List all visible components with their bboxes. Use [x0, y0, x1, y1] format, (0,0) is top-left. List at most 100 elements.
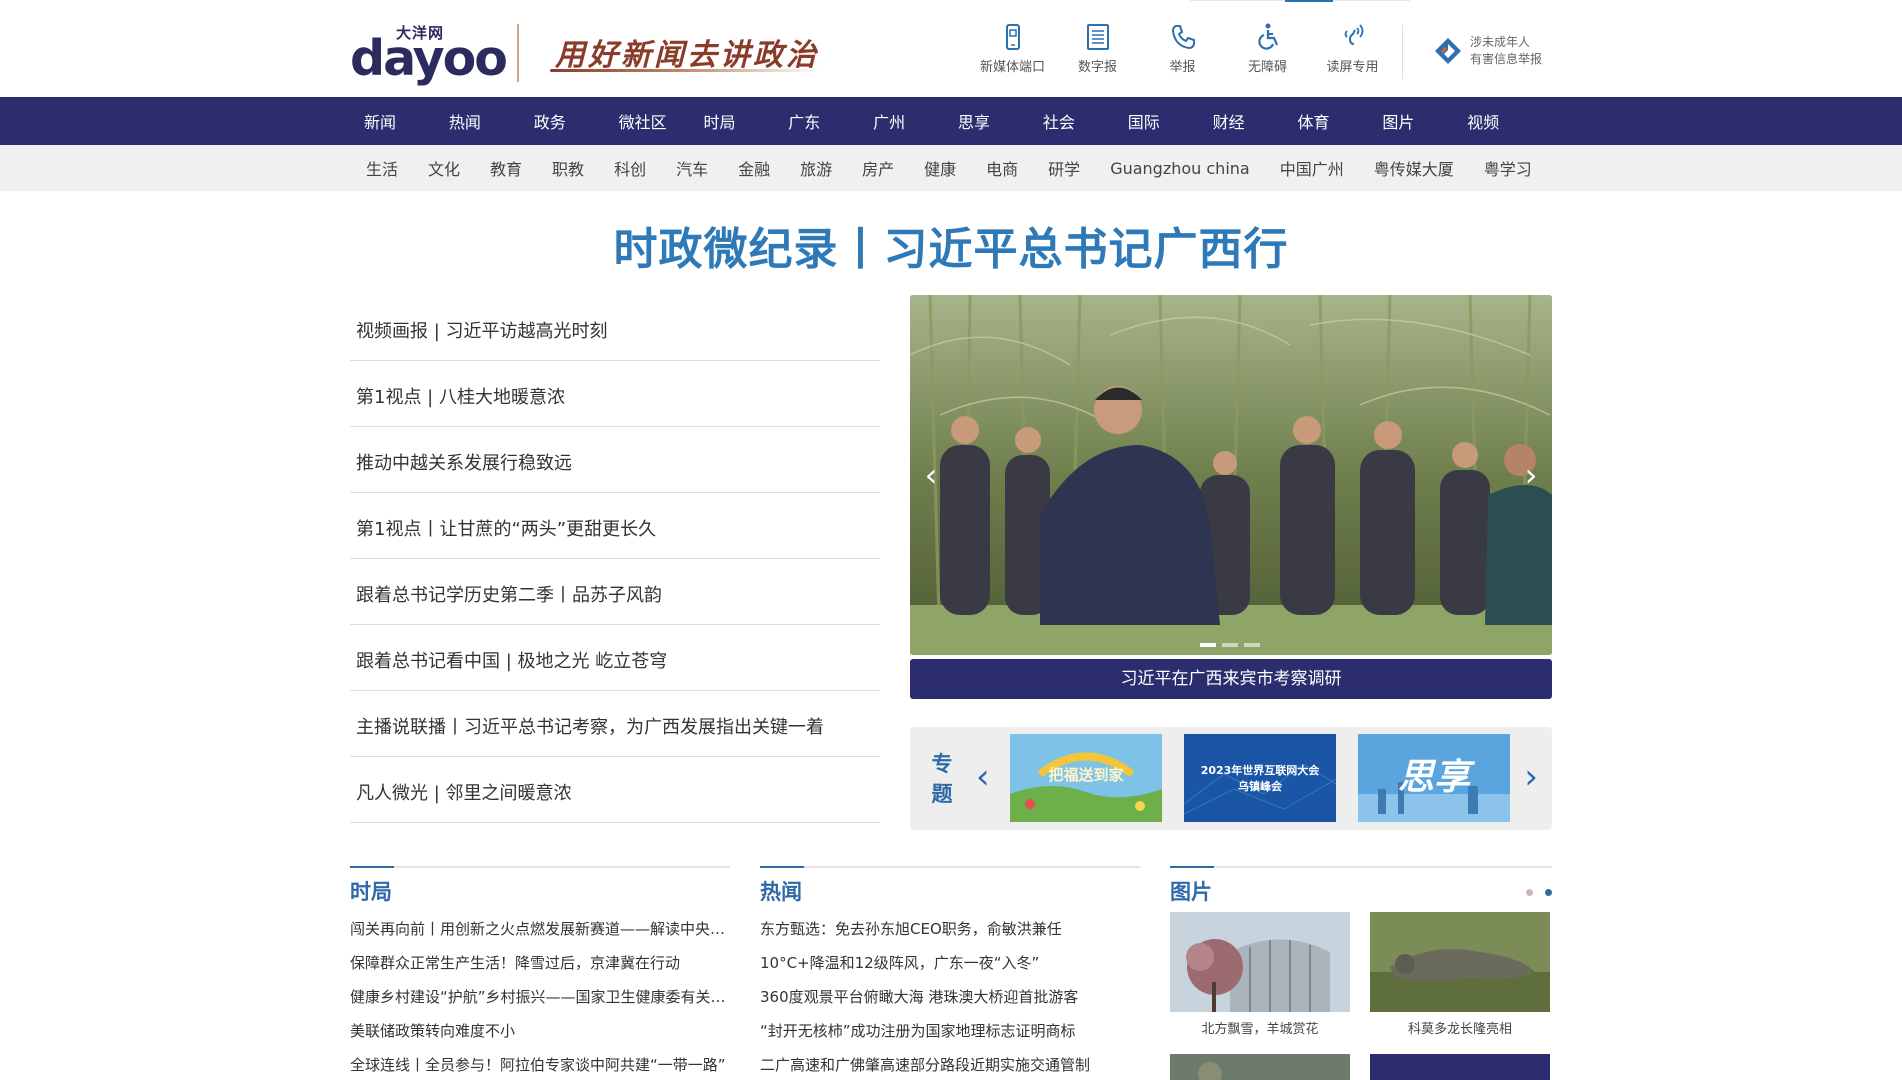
nav-item-sports[interactable]: 体育: [1297, 109, 1382, 133]
carousel-prev-arrow[interactable]: ‹: [916, 455, 946, 495]
tool-label: 数字报: [1077, 60, 1117, 75]
tool-label: 举报: [1169, 60, 1196, 75]
mobile-icon: [998, 22, 1028, 52]
nav-item-guangdong[interactable]: 广东: [788, 109, 873, 133]
topic-thumb-fu[interactable]: 把福送到家: [1010, 734, 1162, 822]
pager-dot[interactable]: [1526, 889, 1533, 896]
column-list-item[interactable]: 二广高速和广佛肇高速部分路段近期实施交通管制: [760, 1048, 1140, 1080]
carousel-caption[interactable]: 习近平在广西来宾市考察调研: [910, 659, 1552, 699]
photo-carousel[interactable]: ‹ ›: [910, 295, 1552, 655]
subnav-item[interactable]: 科创: [614, 156, 646, 180]
subnav-item[interactable]: 职教: [552, 156, 584, 180]
subnav-item[interactable]: 生活: [366, 156, 398, 180]
main-nav-bar: 新闻 热闻 政务 微社区 时局 广东 广州 思享 社会 国际 财经 体育 图片 …: [0, 97, 1902, 145]
nav-item-thinking[interactable]: 思享: [958, 109, 1043, 133]
column-list-item[interactable]: 360度观景平台俯瞰大海 港珠澳大桥迎首批游客: [760, 980, 1140, 1014]
tool-new-media[interactable]: 新媒体端口: [970, 22, 1055, 75]
nav-item-news[interactable]: 新闻: [364, 109, 449, 133]
minor-harmful-report-link[interactable]: 涉未成年人 有害信息举报: [1432, 34, 1542, 68]
topics-prev-arrow[interactable]: ‹: [976, 757, 990, 797]
picture-card[interactable]: 科莫多龙长隆亮相: [1370, 912, 1550, 1037]
column-list-item[interactable]: 全球连线丨全员参与！阿拉伯专家谈中阿共建“一带一路”: [350, 1048, 730, 1080]
column-rule: [760, 866, 1140, 868]
nav-item-government[interactable]: 政务: [534, 109, 619, 133]
subnav-item[interactable]: 文化: [428, 156, 460, 180]
subnav-item[interactable]: 粤传媒大厦: [1374, 156, 1454, 180]
nav-item-current-affairs[interactable]: 时局: [703, 109, 788, 133]
column-title[interactable]: 时局: [350, 876, 730, 906]
carousel-dot[interactable]: [1244, 643, 1260, 647]
subnav-item[interactable]: 金融: [738, 156, 770, 180]
picture-card-partial[interactable]: [1370, 1054, 1550, 1080]
newspaper-icon: [1083, 22, 1113, 52]
topics-label: 专题: [931, 752, 953, 806]
tool-accessibility[interactable]: 无障碍: [1225, 22, 1310, 75]
screen-reader-icon: [1338, 22, 1368, 52]
picture-card[interactable]: 北方飘雪，羊城赏花: [1170, 912, 1350, 1037]
nav-item-international[interactable]: 国际: [1128, 109, 1213, 133]
pager-dot[interactable]: [1545, 889, 1552, 896]
carousel-next-arrow[interactable]: ›: [1516, 455, 1546, 495]
nav-item-video[interactable]: 视频: [1467, 109, 1552, 133]
news-list-item[interactable]: 跟着总书记看中国 | 极地之光 屹立苍穹: [350, 625, 880, 691]
topic-thumb-text: 2023年世界互联网大会: [1200, 764, 1320, 777]
nav-item-finance[interactable]: 财经: [1213, 109, 1298, 133]
column-title[interactable]: 热闻: [760, 876, 1140, 906]
column-current-affairs: 时局 闯关再向前丨用创新之火点燃发展新赛道——解读中央经济工作会议 保障群众正常…: [350, 866, 730, 1080]
sub-nav-bar: 生活 文化 教育 职教 科创 汽车 金融 旅游 房产 健康 电商 研学 Guan…: [0, 145, 1902, 191]
column-list-item[interactable]: 保障群众正常生产生活！降雪过后，京津冀在行动: [350, 946, 730, 980]
column-list-item[interactable]: 东方甄选：免去孙东旭CEO职务，俞敏洪兼任: [760, 912, 1140, 946]
subnav-item[interactable]: 中国广州: [1280, 156, 1344, 180]
subnav-item[interactable]: 电商: [986, 156, 1018, 180]
column-list-item[interactable]: 健康乡村建设“护航”乡村振兴——国家卫生健康委有关负责人解读: [350, 980, 730, 1014]
subnav-item[interactable]: 汽车: [676, 156, 708, 180]
column-list-item[interactable]: 10°C+降温和12级阵风，广东一夜“入冬”: [760, 946, 1140, 980]
topic-thumb-wic[interactable]: 2023年世界互联网大会 乌镇峰会: [1184, 734, 1336, 822]
carousel-dot[interactable]: [1200, 643, 1216, 647]
news-list-item[interactable]: 跟着总书记学历史第二季丨品苏子风韵: [350, 559, 880, 625]
subnav-item[interactable]: 房产: [862, 156, 894, 180]
news-list-item[interactable]: 推动中越关系发展行稳致远: [350, 427, 880, 493]
news-list: 视频画报 | 习近平访越高光时刻 第1视点 | 八桂大地暖意浓 推动中越关系发展…: [350, 295, 880, 823]
topics-next-arrow[interactable]: ›: [1524, 757, 1538, 797]
news-list-item[interactable]: 凡人微光 | 邻里之间暖意浓: [350, 757, 880, 823]
column-list-item[interactable]: 闯关再向前丨用创新之火点燃发展新赛道——解读中央经济工作会议: [350, 912, 730, 946]
main-content: 视频画报 | 习近平访越高光时刻 第1视点 | 八桂大地暖意浓 推动中越关系发展…: [350, 295, 1552, 865]
subnav-item[interactable]: 健康: [924, 156, 956, 180]
header-tools: 新媒体端口 数字报 举报 无障碍 读屏专用: [970, 22, 1395, 75]
tool-label: 无障碍: [1247, 60, 1287, 75]
picture-card-partial[interactable]: [1170, 1054, 1350, 1080]
dayoo-logo[interactable]: 大洋网 dayoo: [350, 22, 508, 87]
picture-thumbnail: [1370, 1054, 1550, 1080]
main-headline[interactable]: 时政微纪录丨习近平总书记广西行: [350, 213, 1552, 275]
subnav-item[interactable]: Guangzhou china: [1110, 159, 1250, 178]
report-text-line2: 有害信息举报: [1470, 52, 1543, 66]
tool-screen-reader[interactable]: 读屏专用: [1310, 22, 1395, 75]
subnav-item[interactable]: 研学: [1048, 156, 1080, 180]
subnav-item[interactable]: 粤学习: [1484, 156, 1532, 180]
news-list-item[interactable]: 视频画报 | 习近平访越高光时刻: [350, 295, 880, 361]
carousel-dot[interactable]: [1222, 643, 1238, 647]
tool-digital-paper[interactable]: 数字报: [1055, 22, 1140, 75]
topic-thumb-sixiang[interactable]: 思享: [1358, 734, 1510, 822]
top-active-indicator: [1285, 0, 1333, 2]
column-list-item[interactable]: 美联储政策转向难度不小: [350, 1014, 730, 1048]
nav-item-pictures[interactable]: 图片: [1382, 109, 1467, 133]
pictures-pager-dots: [1514, 889, 1552, 896]
slogan-brush-stroke: [550, 69, 820, 72]
nav-item-guangzhou[interactable]: 广州: [873, 109, 958, 133]
news-list-item[interactable]: 第1视点 | 八桂大地暖意浓: [350, 361, 880, 427]
wheelchair-icon: [1253, 22, 1283, 52]
news-list-item[interactable]: 第1视点丨让甘蔗的“两头”更甜更长久: [350, 493, 880, 559]
header-slogan: 用好新闻去讲政治: [555, 38, 819, 73]
nav-item-hot[interactable]: 热闻: [449, 109, 534, 133]
news-list-item[interactable]: 主播说联播丨习近平总书记考察，为广西发展指出关键一着: [350, 691, 880, 757]
nav-item-community[interactable]: 微社区: [619, 109, 704, 133]
subnav-item[interactable]: 教育: [490, 156, 522, 180]
tool-report[interactable]: 举报: [1140, 22, 1225, 75]
subnav-item[interactable]: 旅游: [800, 156, 832, 180]
column-list-item[interactable]: “封开无核柿”成功注册为国家地理标志证明商标: [760, 1014, 1140, 1048]
column-title[interactable]: 图片: [1170, 876, 1552, 906]
nav-item-society[interactable]: 社会: [1043, 109, 1128, 133]
picture-thumbnail: [1170, 1054, 1350, 1080]
